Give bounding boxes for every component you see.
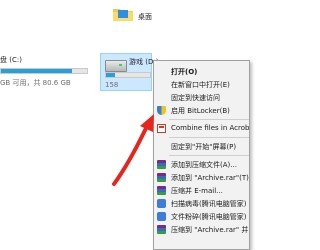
menu-item-label: 压缩到 "Archive.rar" 并: [171, 226, 249, 234]
menu-item-add-archive[interactable]: 添加到压缩文件(A)...: [154, 158, 249, 171]
menu-item-label: 固定到快速访问: [171, 94, 220, 102]
context-menu: 打开(O) 在新窗口中打开(E) 固定到快速访问 启用 BitLocker(B)…: [153, 60, 250, 250]
menu-separator: [169, 155, 249, 156]
winrar-icon: [157, 225, 166, 234]
menu-item-label: 扫描病毒(腾讯电脑管家): [171, 200, 247, 208]
menu-item-label: 启用 BitLocker(B): [171, 107, 230, 115]
drive-c-usage-fill: [1, 69, 72, 73]
drive-d-usage-fill: [106, 73, 115, 77]
menu-item-add-archive-rar[interactable]: 添加到 "Archive.rar"(T): [154, 171, 249, 184]
menu-item-file-shred[interactable]: 文件粉碎(腾讯电脑管家): [154, 210, 249, 223]
drive-c-space-text: GB 可用，共 80.6 GB: [0, 79, 71, 87]
menu-item-label: 添加到压缩文件(A)...: [171, 161, 237, 169]
menu-item-label: 文件粉碎(腾讯电脑管家): [171, 213, 247, 221]
menu-item-open[interactable]: 打开(O): [154, 65, 249, 78]
menu-item-bitlocker[interactable]: 启用 BitLocker(B): [154, 104, 249, 117]
menu-item-label: 固定到"开始"屏幕(P): [171, 143, 237, 151]
winrar-icon: [157, 186, 166, 195]
menu-item-pin-quick-access[interactable]: 固定到快速访问: [154, 91, 249, 104]
menu-item-label: 添加到 "Archive.rar"(T): [171, 174, 249, 182]
menu-item-compress-archive-rar-email[interactable]: 压缩到 "Archive.rar" 并: [154, 223, 249, 236]
drive-c-name: 盘 (C:): [0, 56, 22, 64]
red-annotation-arrow: [112, 114, 154, 186]
menu-item-scan-virus[interactable]: 扫描病毒(腾讯电脑管家): [154, 197, 249, 210]
desktop-label: 桌面: [138, 13, 152, 21]
drive-c-usage-bar: [0, 68, 88, 74]
menu-item-combine-acrobat[interactable]: Combine files in Acrob: [154, 122, 250, 135]
menu-item-label: 打开(O): [171, 68, 198, 76]
tencent-guard-icon: [157, 212, 166, 221]
drive-d-usage-bar: [105, 72, 151, 78]
drive-d-item[interactable]: 游戏 (D:) 158: [100, 53, 158, 91]
folder-icon: [113, 9, 133, 21]
menu-item-open-new-window[interactable]: 在新窗口中打开(E): [154, 78, 249, 91]
menu-item-label: 压缩并 E-mail...: [171, 187, 223, 195]
hard-drive-icon: [105, 60, 127, 72]
drive-c-item[interactable]: 盘 (C:) GB 可用，共 80.6 GB: [0, 52, 95, 92]
drive-d-space-text: 158: [105, 81, 119, 89]
menu-item-compress-email[interactable]: 压缩并 E-mail...: [154, 184, 249, 197]
menu-item-pin-start[interactable]: 固定到"开始"屏幕(P): [154, 140, 249, 153]
menu-item-label: Combine files in Acrob: [171, 124, 250, 132]
menu-separator: [169, 119, 249, 120]
menu-item-label: 在新窗口中打开(E): [171, 81, 230, 89]
desktop-folder-item[interactable]: 桌面: [100, 0, 160, 26]
tencent-guard-icon: [157, 199, 166, 208]
menu-separator: [169, 137, 249, 138]
